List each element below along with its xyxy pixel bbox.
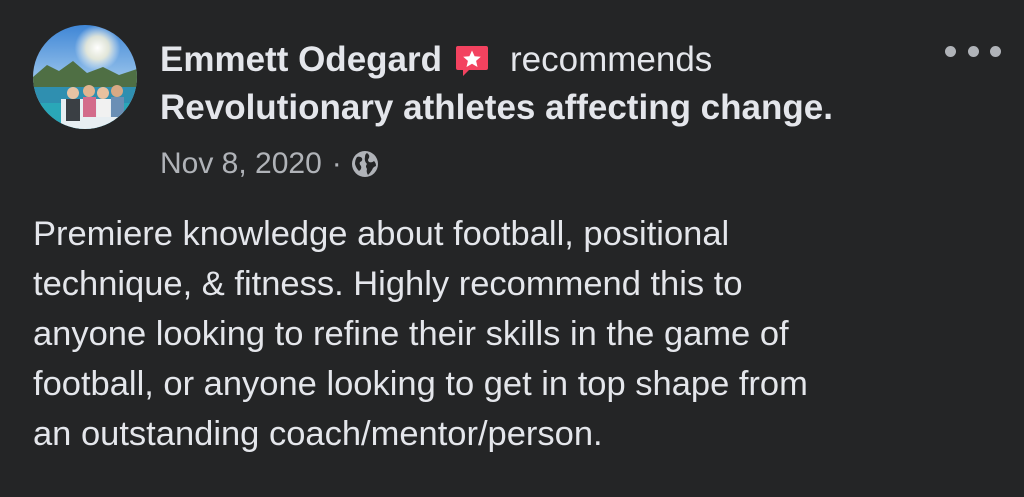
post-header: Emmett Odegard recommends Revolutionary …	[160, 36, 950, 132]
post-body-line: Premiere knowledge about football, posit…	[33, 215, 730, 253]
globe-icon[interactable]	[350, 149, 380, 179]
action-text: recommends	[510, 40, 713, 79]
recommendation-star-icon	[454, 43, 490, 79]
post-body-line: technique, & fitness. Highly recommend t…	[33, 265, 743, 303]
header-line: Emmett Odegard recommends	[160, 36, 950, 84]
more-options-icon[interactable]	[945, 35, 1001, 67]
post-date[interactable]: Nov 8, 2020	[160, 144, 322, 184]
more-dot	[967, 45, 979, 57]
post-meta: Nov 8, 2020 ·	[160, 144, 380, 184]
post-body-line: anyone looking to refine their skills in…	[33, 315, 789, 353]
recommended-page-name[interactable]: Revolutionary athletes affecting change.	[160, 84, 950, 132]
avatar-photo	[33, 25, 137, 129]
post-body-line: an outstanding coach/mentor/person.	[33, 415, 603, 453]
meta-separator: ·	[331, 147, 342, 180]
recommendation-post: Emmett Odegard recommends Revolutionary …	[0, 0, 1024, 497]
post-body-line: football, or anyone looking to get in to…	[33, 365, 808, 403]
more-dot	[990, 45, 1001, 57]
author-avatar[interactable]	[33, 25, 137, 129]
post-body: Premiere knowledge about football, posit…	[33, 209, 993, 459]
author-name[interactable]: Emmett Odegard	[160, 36, 442, 84]
more-dot	[945, 45, 956, 57]
